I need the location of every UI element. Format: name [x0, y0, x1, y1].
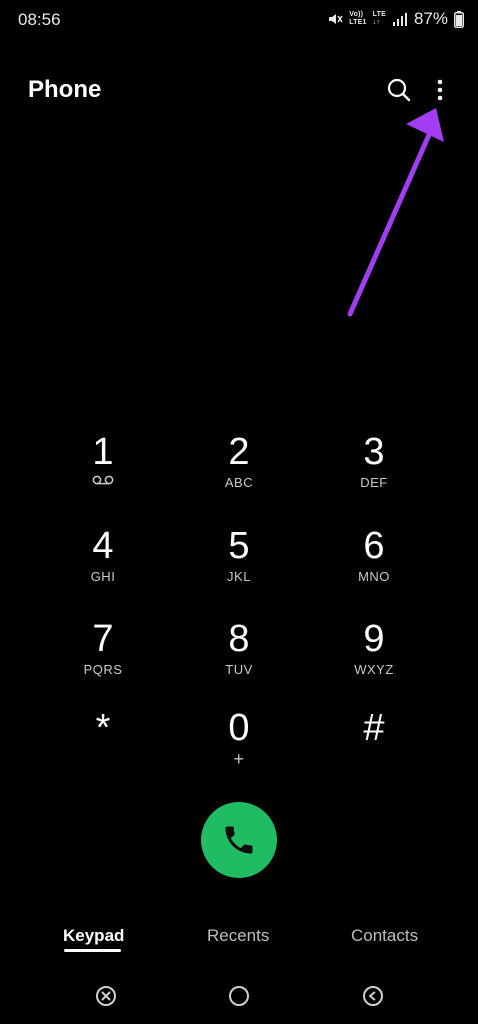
key-5[interactable]: 5 JKL: [179, 525, 299, 605]
key-star[interactable]: *: [43, 707, 163, 787]
battery-percent: 87%: [413, 9, 448, 28]
recent-apps-button[interactable]: [94, 984, 118, 1008]
lte-indicator: LTE ↓↑: [373, 11, 386, 27]
home-icon: [229, 986, 249, 1006]
system-nav-bar: [0, 982, 478, 1012]
call-button[interactable]: [201, 802, 277, 878]
key-digit: 8: [228, 618, 250, 660]
back-button[interactable]: [361, 984, 385, 1008]
back-icon: [363, 986, 383, 1006]
key-letters: JKL: [227, 569, 251, 584]
status-time: 08:56: [18, 10, 61, 29]
key-digit: *: [95, 707, 111, 749]
key-digit: 0: [228, 707, 250, 749]
key-4[interactable]: 4 GHI: [43, 525, 163, 605]
key-digit: 6: [363, 525, 385, 567]
bottom-tabs: Keypad Recents Contacts: [0, 924, 478, 964]
mute-icon: [329, 14, 343, 24]
recent-apps-icon: [96, 986, 116, 1006]
phone-icon: [225, 826, 253, 854]
key-digit: 1: [92, 431, 114, 473]
key-digit: 2: [228, 431, 250, 473]
volte-indicator: Vo)) LTE1: [349, 11, 366, 27]
key-digit: 3: [363, 431, 385, 473]
tab-contacts[interactable]: Contacts: [351, 926, 418, 946]
volte-line1: Vo)): [349, 11, 364, 18]
key-8[interactable]: 8 TUV: [179, 618, 299, 698]
page-title: Phone: [28, 76, 102, 103]
key-9[interactable]: 9 WXYZ: [314, 618, 434, 698]
annotation-arrow: [347, 108, 444, 317]
status-icons: Vo)) LTE1 LTE ↓↑ 87%: [327, 9, 464, 29]
signal-icon: [392, 13, 407, 26]
key-6[interactable]: 6 MNO: [314, 525, 434, 605]
key-hash[interactable]: #: [314, 707, 434, 787]
lte-line2: ↓↑: [372, 19, 381, 26]
phone-screen: 08:56 Vo)) LTE1 LTE ↓↑ 87% Phone 1 2 ABC…: [0, 0, 478, 1024]
key-3[interactable]: 3 DEF: [314, 431, 434, 511]
key-letters: ABC: [224, 475, 254, 490]
key-letters: +: [233, 749, 245, 769]
tab-recents[interactable]: Recents: [207, 926, 269, 946]
key-7[interactable]: 7 PQRS: [43, 618, 163, 698]
key-letters: GHI: [90, 569, 116, 584]
key-digit: 9: [363, 618, 385, 660]
key-2[interactable]: 2 ABC: [179, 431, 299, 511]
key-letters: PQRS: [83, 662, 123, 677]
key-digit: #: [363, 707, 385, 749]
lte-line1: LTE: [372, 11, 386, 18]
key-letters: TUV: [225, 662, 253, 677]
tab-active-indicator: [64, 949, 121, 952]
battery-icon: [454, 10, 464, 28]
key-letters: MNO: [358, 569, 390, 584]
status-bar: 08:56 Vo)) LTE1 LTE ↓↑ 87%: [0, 0, 478, 40]
key-letters: WXYZ: [354, 662, 394, 677]
key-digit: 4: [92, 525, 114, 567]
key-digit: 7: [92, 618, 114, 660]
home-button[interactable]: [227, 984, 251, 1008]
key-digit: 5: [228, 525, 250, 567]
voicemail-icon: [92, 475, 114, 485]
tab-keypad[interactable]: Keypad: [63, 926, 124, 946]
key-0[interactable]: 0 +: [179, 707, 299, 787]
volte-line2: LTE1: [349, 19, 367, 26]
key-letters: DEF: [360, 475, 388, 490]
key-1[interactable]: 1: [43, 431, 163, 511]
